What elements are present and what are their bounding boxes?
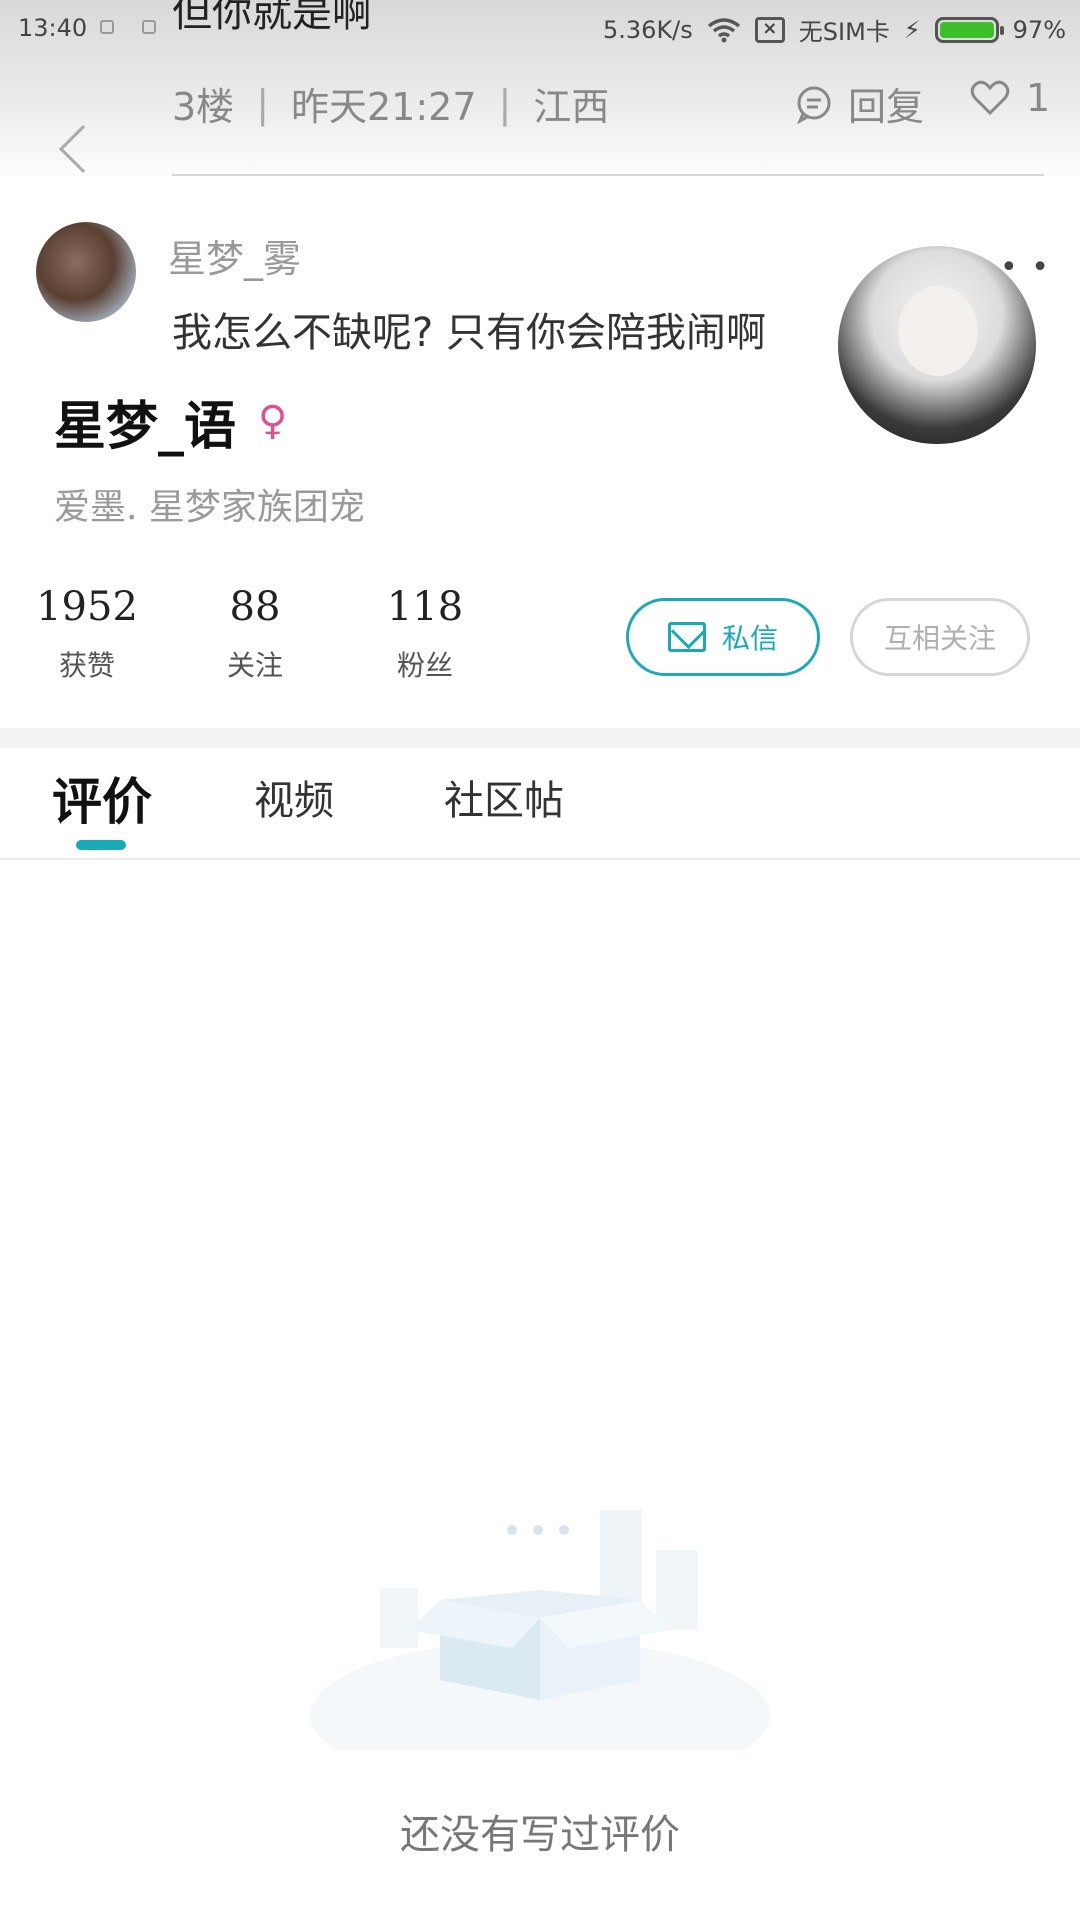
female-icon: ♀: [258, 398, 288, 444]
section-divider: [0, 728, 1080, 748]
tab-community-posts[interactable]: 社区帖: [444, 768, 564, 826]
status-right: 5.36K/s × 无SIM卡 ⚡ 97%: [603, 12, 1066, 47]
stat-likes[interactable]: 1952 获赞: [32, 584, 142, 684]
like-count: 1: [1026, 76, 1051, 120]
meta-separator: |: [498, 81, 512, 126]
tab-reviews[interactable]: 评价: [52, 762, 152, 834]
empty-box-icon: [310, 1510, 770, 1750]
message-button[interactable]: 私信: [626, 598, 820, 676]
stat-value: 1952: [36, 584, 138, 630]
charging-icon: ⚡: [903, 15, 921, 44]
mail-icon: [667, 622, 706, 652]
no-sim-icon: ×: [754, 16, 785, 43]
wifi-icon: [707, 17, 740, 42]
stat-label: 关注: [226, 649, 283, 682]
stat-value: 88: [229, 584, 281, 630]
post-time: 昨天21:27: [291, 85, 477, 129]
tab-bar: 评价 视频 社区帖: [0, 748, 1080, 860]
commenter-avatar[interactable]: [36, 222, 136, 322]
heart-icon: [970, 80, 1010, 116]
stat-followers[interactable]: 118 粉丝: [370, 584, 480, 684]
stat-label: 粉丝: [396, 649, 453, 682]
profile-name: 星梦_语: [54, 396, 237, 457]
battery-percent: 97%: [1012, 15, 1066, 44]
network-speed: 5.36K/s: [603, 15, 693, 44]
meta-separator: |: [256, 81, 269, 126]
stat-value: 118: [386, 584, 464, 630]
post-floor: 3楼: [172, 85, 235, 129]
profile-bio: 爱墨. 星梦家族团宠: [54, 487, 365, 528]
comment-text: 我怎么不缺呢? 只有你会陪我闹啊: [172, 310, 766, 356]
status-bar: 13:40 5.36K/s × 无SIM卡 ⚡ 97%: [0, 0, 1080, 52]
status-time: 13:40: [18, 14, 88, 42]
battery-icon: [934, 16, 1004, 43]
like-button[interactable]: 1: [970, 76, 1050, 120]
comment-icon: [797, 86, 831, 124]
message-button-label: 私信: [721, 622, 778, 655]
more-options-icon[interactable]: • •: [1000, 250, 1051, 285]
post-meta: 3楼 | 昨天21:27 | 江西: [172, 76, 609, 131]
stat-following[interactable]: 88 关注: [200, 584, 310, 684]
tab-videos[interactable]: 视频: [254, 768, 334, 826]
stat-label: 获赞: [58, 649, 115, 682]
sim-status: 无SIM卡: [798, 18, 890, 46]
reply-button[interactable]: 回复: [794, 76, 924, 131]
post-location: 江西: [533, 85, 610, 129]
reply-label: 回复: [848, 85, 925, 129]
header-divider: [172, 174, 1044, 176]
notification-icon: [142, 20, 156, 34]
tab-active-indicator: [76, 840, 126, 850]
empty-state-text: 还没有写过评价: [400, 1812, 680, 1858]
post-title-fragment: 但你就是啊: [172, 0, 372, 36]
follow-button-label: 互相关注: [883, 622, 996, 655]
mutual-follow-button[interactable]: 互相关注: [850, 598, 1030, 676]
commenter-name[interactable]: 星梦_雾: [168, 228, 301, 283]
notification-icon: [100, 20, 114, 34]
